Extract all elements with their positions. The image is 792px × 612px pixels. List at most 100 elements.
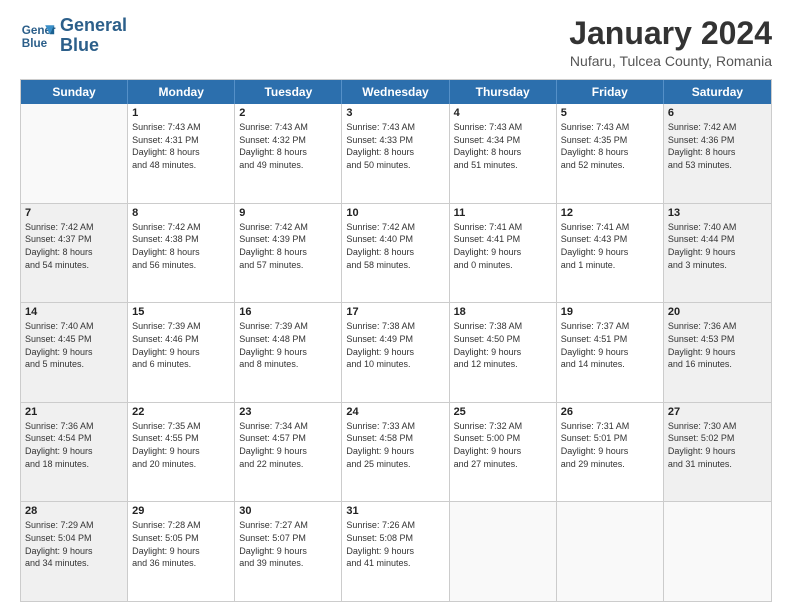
day-number: 18 bbox=[454, 306, 552, 318]
day-info: Sunrise: 7:42 AMSunset: 4:37 PMDaylight:… bbox=[25, 221, 123, 271]
day-number: 5 bbox=[561, 107, 659, 119]
day-number: 9 bbox=[239, 207, 337, 219]
day-cell: 12 Sunrise: 7:41 AMSunset: 4:43 PMDayligh… bbox=[557, 204, 664, 303]
day-cell: 21 Sunrise: 7:36 AMSunset: 4:54 PMDayligh… bbox=[21, 403, 128, 502]
day-cell: 17Sunrise: 7:38 AMSunset: 4:49 PMDayligh… bbox=[342, 303, 449, 402]
day-number: 4 bbox=[454, 107, 552, 119]
calendar-header-row: SundayMondayTuesdayWednesdayThursdayFrid… bbox=[21, 80, 771, 104]
day-info: Sunrise: 7:42 AMSunset: 4:38 PMDaylight:… bbox=[132, 221, 230, 271]
day-info: Sunrise: 7:41 AMSunset: 4:41 PMDaylight:… bbox=[454, 221, 552, 271]
day-info: Sunrise: 7:40 AMSunset: 4:45 PMDaylight:… bbox=[25, 320, 123, 370]
day-info: Sunrise: 7:43 AMSunset: 4:32 PMDaylight:… bbox=[239, 121, 337, 171]
day-number: 7 bbox=[25, 207, 123, 219]
day-number: 25 bbox=[454, 406, 552, 418]
day-number: 30 bbox=[239, 505, 337, 517]
day-cell: 28 Sunrise: 7:29 AMSunset: 5:04 PMDayligh… bbox=[21, 502, 128, 601]
calendar-week-row: 28 Sunrise: 7:29 AMSunset: 5:04 PMDayligh… bbox=[21, 502, 771, 601]
empty-day-cell bbox=[21, 104, 128, 203]
weekday-header: Monday bbox=[128, 80, 235, 104]
day-info: Sunrise: 7:37 AMSunset: 4:51 PMDaylight:… bbox=[561, 320, 659, 370]
month-title: January 2024 bbox=[569, 16, 772, 51]
day-number: 6 bbox=[668, 107, 767, 119]
day-cell: 31Sunrise: 7:26 AMSunset: 5:08 PMDayligh… bbox=[342, 502, 449, 601]
calendar-week-row: 1 Sunrise: 7:43 AMSunset: 4:31 PMDaylight… bbox=[21, 104, 771, 204]
day-info: Sunrise: 7:36 AMSunset: 4:53 PMDaylight:… bbox=[668, 320, 767, 370]
day-cell: 7 Sunrise: 7:42 AMSunset: 4:37 PMDaylight… bbox=[21, 204, 128, 303]
day-cell: 18Sunrise: 7:38 AMSunset: 4:50 PMDayligh… bbox=[450, 303, 557, 402]
day-number: 11 bbox=[454, 207, 552, 219]
day-cell: 22 Sunrise: 7:35 AMSunset: 4:55 PMDayligh… bbox=[128, 403, 235, 502]
logo-icon: General Blue bbox=[20, 18, 56, 54]
day-cell: 10 Sunrise: 7:42 AMSunset: 4:40 PMDayligh… bbox=[342, 204, 449, 303]
day-info: Sunrise: 7:43 AMSunset: 4:31 PMDaylight:… bbox=[132, 121, 230, 171]
title-area: January 2024 Nufaru, Tulcea County, Roma… bbox=[569, 16, 772, 69]
day-info: Sunrise: 7:39 AMSunset: 4:46 PMDaylight:… bbox=[132, 320, 230, 370]
day-info: Sunrise: 7:43 AMSunset: 4:35 PMDaylight:… bbox=[561, 121, 659, 171]
day-info: Sunrise: 7:29 AMSunset: 5:04 PMDaylight:… bbox=[25, 519, 123, 569]
weekday-header: Friday bbox=[557, 80, 664, 104]
weekday-header: Sunday bbox=[21, 80, 128, 104]
day-number: 19 bbox=[561, 306, 659, 318]
svg-text:Blue: Blue bbox=[22, 37, 48, 50]
day-number: 15 bbox=[132, 306, 230, 318]
day-number: 23 bbox=[239, 406, 337, 418]
day-info: Sunrise: 7:42 AMSunset: 4:40 PMDaylight:… bbox=[346, 221, 444, 271]
day-number: 16 bbox=[239, 306, 337, 318]
logo-general: General bbox=[60, 16, 127, 36]
day-info: Sunrise: 7:39 AMSunset: 4:48 PMDaylight:… bbox=[239, 320, 337, 370]
day-number: 27 bbox=[668, 406, 767, 418]
day-cell: 1 Sunrise: 7:43 AMSunset: 4:31 PMDaylight… bbox=[128, 104, 235, 203]
day-cell: 15 Sunrise: 7:39 AMSunset: 4:46 PMDayligh… bbox=[128, 303, 235, 402]
weekday-header: Wednesday bbox=[342, 80, 449, 104]
day-info: Sunrise: 7:43 AMSunset: 4:33 PMDaylight:… bbox=[346, 121, 444, 171]
day-cell: 29 Sunrise: 7:28 AMSunset: 5:05 PMDayligh… bbox=[128, 502, 235, 601]
day-number: 1 bbox=[132, 107, 230, 119]
day-cell: 14 Sunrise: 7:40 AMSunset: 4:45 PMDayligh… bbox=[21, 303, 128, 402]
calendar-week-row: 14 Sunrise: 7:40 AMSunset: 4:45 PMDayligh… bbox=[21, 303, 771, 403]
day-number: 31 bbox=[346, 505, 444, 517]
day-info: Sunrise: 7:34 AMSunset: 4:57 PMDaylight:… bbox=[239, 420, 337, 470]
day-number: 10 bbox=[346, 207, 444, 219]
day-cell: 6Sunrise: 7:42 AMSunset: 4:36 PMDaylight… bbox=[664, 104, 771, 203]
day-cell: 20 Sunrise: 7:36 AMSunset: 4:53 PMDayligh… bbox=[664, 303, 771, 402]
day-info: Sunrise: 7:33 AMSunset: 4:58 PMDaylight:… bbox=[346, 420, 444, 470]
day-info: Sunrise: 7:40 AMSunset: 4:44 PMDaylight:… bbox=[668, 221, 767, 271]
day-cell: 13 Sunrise: 7:40 AMSunset: 4:44 PMDayligh… bbox=[664, 204, 771, 303]
day-number: 29 bbox=[132, 505, 230, 517]
day-info: Sunrise: 7:28 AMSunset: 5:05 PMDaylight:… bbox=[132, 519, 230, 569]
day-number: 12 bbox=[561, 207, 659, 219]
day-number: 8 bbox=[132, 207, 230, 219]
day-cell: 3 Sunrise: 7:43 AMSunset: 4:33 PMDaylight… bbox=[342, 104, 449, 203]
day-cell: 23 Sunrise: 7:34 AMSunset: 4:57 PMDayligh… bbox=[235, 403, 342, 502]
day-info: Sunrise: 7:35 AMSunset: 4:55 PMDaylight:… bbox=[132, 420, 230, 470]
empty-day-cell bbox=[450, 502, 557, 601]
day-info: Sunrise: 7:30 AMSunset: 5:02 PMDaylight:… bbox=[668, 420, 767, 470]
day-number: 28 bbox=[25, 505, 123, 517]
logo: General Blue General Blue bbox=[20, 16, 127, 56]
empty-day-cell bbox=[557, 502, 664, 601]
weekday-header: Tuesday bbox=[235, 80, 342, 104]
empty-day-cell bbox=[664, 502, 771, 601]
day-cell: 27 Sunrise: 7:30 AMSunset: 5:02 PMDayligh… bbox=[664, 403, 771, 502]
day-cell: 8 Sunrise: 7:42 AMSunset: 4:38 PMDaylight… bbox=[128, 204, 235, 303]
day-number: 20 bbox=[668, 306, 767, 318]
day-info: Sunrise: 7:27 AMSunset: 5:07 PMDaylight:… bbox=[239, 519, 337, 569]
day-cell: 24Sunrise: 7:33 AMSunset: 4:58 PMDayligh… bbox=[342, 403, 449, 502]
day-cell: 9 Sunrise: 7:42 AMSunset: 4:39 PMDaylight… bbox=[235, 204, 342, 303]
day-number: 2 bbox=[239, 107, 337, 119]
day-cell: 2 Sunrise: 7:43 AMSunset: 4:32 PMDaylight… bbox=[235, 104, 342, 203]
day-number: 14 bbox=[25, 306, 123, 318]
day-number: 22 bbox=[132, 406, 230, 418]
logo-blue: Blue bbox=[60, 36, 127, 56]
day-number: 21 bbox=[25, 406, 123, 418]
day-cell: 11 Sunrise: 7:41 AMSunset: 4:41 PMDayligh… bbox=[450, 204, 557, 303]
day-number: 3 bbox=[346, 107, 444, 119]
day-cell: 5 Sunrise: 7:43 AMSunset: 4:35 PMDaylight… bbox=[557, 104, 664, 203]
day-cell: 30 Sunrise: 7:27 AMSunset: 5:07 PMDayligh… bbox=[235, 502, 342, 601]
day-cell: 16 Sunrise: 7:39 AMSunset: 4:48 PMDayligh… bbox=[235, 303, 342, 402]
day-info: Sunrise: 7:41 AMSunset: 4:43 PMDaylight:… bbox=[561, 221, 659, 271]
day-cell: 19 Sunrise: 7:37 AMSunset: 4:51 PMDayligh… bbox=[557, 303, 664, 402]
day-number: 13 bbox=[668, 207, 767, 219]
day-info: Sunrise: 7:42 AMSunset: 4:39 PMDaylight:… bbox=[239, 221, 337, 271]
day-info: Sunrise: 7:36 AMSunset: 4:54 PMDaylight:… bbox=[25, 420, 123, 470]
